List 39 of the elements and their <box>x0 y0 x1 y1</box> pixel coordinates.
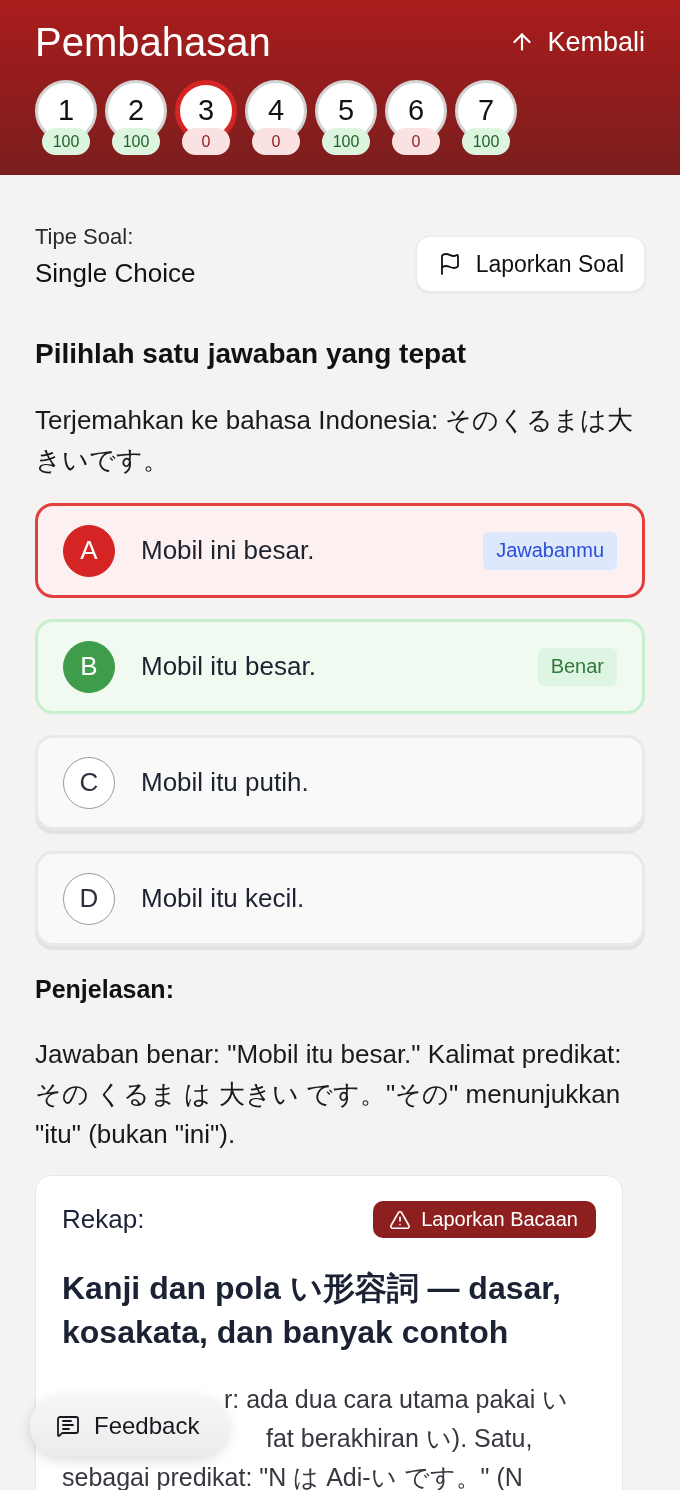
question-number-button[interactable]: 6 0 <box>385 80 447 155</box>
question-type-label: Tipe Soal: <box>35 223 135 251</box>
option-text: Mobil ini besar. <box>141 535 316 566</box>
answer-badge: Jawabanmu <box>483 531 617 570</box>
question-number-button[interactable]: 3 0 <box>175 80 237 155</box>
option-text: Mobil itu kecil. <box>141 883 306 914</box>
question-number-button[interactable]: 5 100 <box>315 80 377 155</box>
option-text: Mobil itu besar. <box>141 651 317 682</box>
option-letter: D <box>63 872 115 925</box>
score-badge: 100 <box>462 128 510 155</box>
question-number-button[interactable]: 2 100 <box>105 80 167 155</box>
explanation-heading: Penjelasan: <box>35 974 175 1004</box>
question-number-button[interactable]: 1 100 <box>35 80 97 155</box>
option-letter: B <box>63 640 115 693</box>
instruction-heading: Pilihlah satu jawaban yang tepat <box>35 338 467 370</box>
option-letter: A <box>63 524 115 577</box>
question-type-value: Single Choice <box>35 257 196 290</box>
score-badge: 100 <box>322 128 370 155</box>
recap-label: Rekap: <box>62 1204 145 1235</box>
recap-title: Kanji dan pola い形容詞 — dasar, kosakata, dan banyak contoh <box>62 1269 562 1352</box>
option-text: Mobil itu putih. <box>141 767 310 798</box>
report-reading-button[interactable]: Laporkan Bacaan <box>373 1201 596 1238</box>
explanation-text: Jawaban benar: "Mobil itu besar." Kalimat predikat: その くるま は 大きい です。"その" menunjukkan "itu" (bukan "ini"). <box>35 1038 623 1151</box>
question-number-button[interactable]: 7 100 <box>455 80 517 155</box>
recap-text-line: fat berakhiran い). Satu, <box>266 1423 533 1453</box>
page-title: Pembahasan <box>35 20 271 64</box>
message-icon <box>56 1414 80 1438</box>
question-number-button[interactable]: 4 0 <box>245 80 307 155</box>
report-question-button[interactable]: Laporkan Soal <box>415 236 645 292</box>
score-badge: 0 <box>182 128 230 155</box>
back-button[interactable]: Kembali <box>509 25 645 59</box>
score-badge: 100 <box>112 128 160 155</box>
score-badge: 0 <box>252 128 300 155</box>
question-prompt: Terjemahkan ke bahasa Indonesia: そのくるまは大きいです。 <box>35 404 635 477</box>
answer-badge: Benar <box>537 647 617 686</box>
warning-icon <box>389 1208 412 1231</box>
score-badge: 0 <box>392 128 440 155</box>
option-letter: C <box>63 756 115 809</box>
score-badge: 100 <box>42 128 90 155</box>
